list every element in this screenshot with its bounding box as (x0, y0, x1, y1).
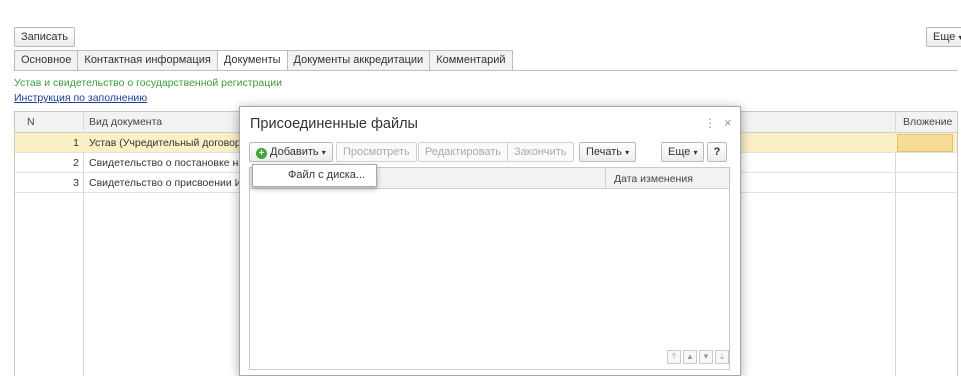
tab-contact-info[interactable]: Контактная информация (77, 50, 217, 71)
menu-item-file-from-disk[interactable]: Файл с диска... (288, 169, 365, 181)
print-button[interactable]: Печать ▾ (579, 142, 637, 162)
finish-button[interactable]: Закончить (507, 142, 574, 162)
scroll-down-icon[interactable]: ▼ (699, 350, 713, 364)
tab-comment[interactable]: Комментарий (429, 50, 513, 71)
tab-bar: Основное Контактная информация Документы… (14, 50, 513, 72)
tab-documents[interactable]: Документы (216, 50, 287, 71)
add-dropdown-menu: Файл с диска... (252, 164, 377, 187)
row-doc-type: Свидетельство о присвоении ИНН/ (89, 177, 239, 189)
chevron-down-icon: ▾ (693, 148, 698, 157)
column-header-attachment[interactable]: Вложение (903, 116, 952, 128)
more-button[interactable]: Еще ▾ (926, 27, 961, 47)
instruction-link[interactable]: Инструкция по заполнению (14, 92, 147, 104)
column-header-doc-type[interactable]: Вид документа (89, 116, 162, 128)
more-button-label: Еще (933, 31, 956, 43)
attachment-cell[interactable] (897, 134, 953, 152)
files-table: Дата изменения ⤒ ▲ ▼ ⤓ (249, 167, 730, 370)
help-button[interactable]: ? (707, 142, 727, 162)
add-button-label: Добавить (270, 146, 319, 158)
row-doc-type: Свидетельство о постановке на учё (89, 157, 239, 169)
column-header-n[interactable]: N (27, 116, 35, 128)
more-vertical-icon[interactable]: ⋮ (704, 116, 716, 130)
column-header-modified-date[interactable]: Дата изменения (614, 173, 693, 185)
scroll-top-icon[interactable]: ⤒ (667, 350, 681, 364)
print-button-label: Печать (586, 146, 623, 158)
chevron-down-icon: ▾ (321, 148, 326, 157)
section-hint: Устав и свидетельство о государственной … (14, 77, 282, 89)
dialog-more-button[interactable]: Еще ▾ (661, 142, 705, 162)
attached-files-dialog: Присоединенные файлы ⋮ × + Добавить ▾ Про… (239, 106, 741, 376)
plus-icon: + (256, 148, 267, 159)
scroll-controls: ⤒ ▲ ▼ ⤓ (667, 350, 729, 364)
dialog-more-label: Еще (668, 146, 691, 158)
tab-accreditation-documents[interactable]: Документы аккредитации (286, 50, 430, 71)
row-number: 1 (73, 137, 79, 149)
add-button[interactable]: + Добавить ▾ (249, 142, 333, 162)
write-button[interactable]: Записать (14, 27, 76, 47)
row-doc-type: Устав (Учредительный договор), пс (89, 137, 239, 149)
close-icon[interactable]: × (724, 115, 732, 130)
dialog-title: Присоединенные файлы (250, 116, 418, 132)
column-divider (605, 168, 606, 189)
tab-main[interactable]: Основное (14, 50, 78, 71)
view-button[interactable]: Просмотреть (336, 142, 417, 162)
edit-button[interactable]: Редактировать (418, 142, 508, 162)
row-number: 3 (73, 177, 79, 189)
row-number: 2 (73, 157, 79, 169)
chevron-down-icon: ▾ (625, 148, 630, 157)
scroll-bottom-icon[interactable]: ⤓ (715, 350, 729, 364)
scroll-up-icon[interactable]: ▲ (683, 350, 697, 364)
tab-divider (14, 70, 958, 71)
